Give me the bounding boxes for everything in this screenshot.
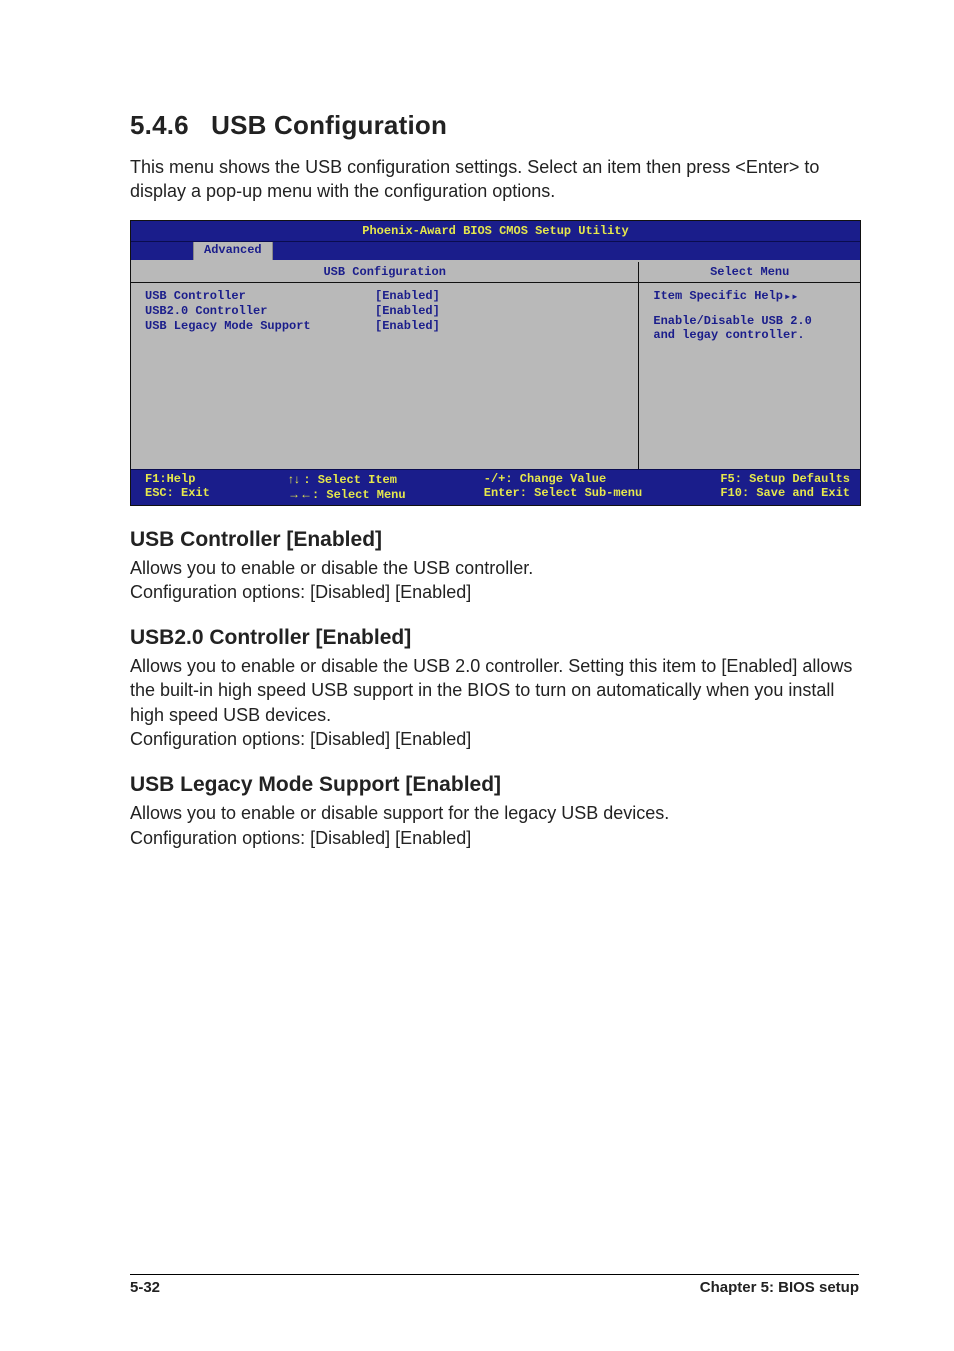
bios-body: USB Configuration USB Controller [Enable…	[131, 262, 860, 469]
bios-help-line: Enable/Disable USB 2.0	[653, 314, 850, 328]
bios-footer-col-4: F5: Setup Defaults F10: Save and Exit	[720, 472, 850, 502]
section-intro: This menu shows the USB configuration se…	[130, 155, 859, 204]
setting-heading-usb-legacy: USB Legacy Mode Support [Enabled]	[130, 773, 859, 797]
bios-titlebar: Phoenix-Award BIOS CMOS Setup Utility	[131, 221, 860, 242]
bios-help-title: Item Specific Help	[653, 289, 783, 303]
select-item-hint: : Select Item	[303, 473, 397, 487]
page-number: 5-32	[130, 1279, 160, 1296]
bios-tab-spacer	[131, 242, 193, 260]
bios-item-usb-controller[interactable]: USB Controller [Enabled]	[145, 289, 628, 304]
setting-heading-usb-controller: USB Controller [Enabled]	[130, 528, 859, 552]
bios-footer: F1:Help ESC: Exit ↑↓ : Select Item →←: S…	[131, 469, 860, 505]
setting-opts-text: Configuration options: [Disabled] [Enabl…	[130, 582, 471, 602]
bios-tab-bar: Advanced	[131, 242, 860, 262]
setting-desc-text: Allows you to enable or disable the USB …	[130, 558, 533, 578]
bios-item-usb-legacy[interactable]: USB Legacy Mode Support [Enabled]	[145, 319, 628, 334]
setting-desc-text: Allows you to enable or disable support …	[130, 803, 669, 823]
page-footer: 5-32 Chapter 5: BIOS setup	[130, 1274, 859, 1296]
updown-arrow-icon: ↑↓	[288, 472, 303, 486]
triangle-right-icon: ▸▸	[784, 289, 798, 304]
select-menu-hint: : Select Menu	[312, 488, 406, 502]
bios-footer-col-1: F1:Help ESC: Exit	[145, 472, 210, 502]
setting-opts-text: Configuration options: [Disabled] [Enabl…	[130, 828, 471, 848]
bios-footer-col-2: ↑↓ : Select Item →←: Select Menu	[288, 472, 406, 502]
f1-help-hint: F1:Help	[145, 472, 195, 486]
setting-heading-usb20-controller: USB2.0 Controller [Enabled]	[130, 626, 859, 650]
bios-help-line: and legay controller.	[653, 328, 850, 342]
f5-defaults-hint: F5: Setup Defaults	[720, 472, 850, 486]
page: 5.4.6 USB Configuration This menu shows …	[0, 0, 954, 1351]
leftright-arrow-icon: →←	[288, 487, 312, 501]
bios-main-panel: USB Configuration USB Controller [Enable…	[131, 262, 638, 469]
bios-item-label: USB2.0 Controller	[145, 304, 375, 319]
setting-desc: Allows you to enable or disable the USB …	[130, 654, 859, 751]
bios-main-header: USB Configuration	[131, 262, 638, 283]
chapter-label: Chapter 5: BIOS setup	[700, 1279, 859, 1296]
f10-save-hint: F10: Save and Exit	[720, 486, 850, 500]
bios-item-label: USB Controller	[145, 289, 375, 304]
bios-item-value: [Enabled]	[375, 304, 440, 319]
bios-footer-col-3: -/+: Change Value Enter: Select Sub-menu	[484, 472, 642, 502]
bios-side-panel: Select Menu Item Specific Help ▸▸ Enable…	[638, 262, 860, 469]
esc-exit-hint: ESC: Exit	[145, 486, 210, 500]
bios-item-value: [Enabled]	[375, 319, 440, 334]
bios-item-label: USB Legacy Mode Support	[145, 319, 375, 334]
setting-desc: Allows you to enable or disable support …	[130, 801, 859, 850]
bios-side-header: Select Menu	[639, 262, 860, 283]
section-number: 5.4.6	[130, 110, 189, 140]
change-value-hint: -/+: Change Value	[484, 472, 606, 486]
spacer	[653, 304, 850, 314]
bios-item-value: [Enabled]	[375, 289, 440, 304]
section-heading: 5.4.6 USB Configuration	[130, 110, 859, 141]
bios-screen: Phoenix-Award BIOS CMOS Setup Utility Ad…	[130, 220, 861, 506]
setting-opts-text: Configuration options: [Disabled] [Enabl…	[130, 729, 471, 749]
bios-main-content: USB Controller [Enabled] USB2.0 Controll…	[131, 283, 638, 469]
setting-desc-text: Allows you to enable or disable the USB …	[130, 656, 852, 725]
enter-submenu-hint: Enter: Select Sub-menu	[484, 486, 642, 500]
setting-desc: Allows you to enable or disable the USB …	[130, 556, 859, 605]
bios-help-content: Item Specific Help ▸▸ Enable/Disable USB…	[639, 283, 860, 469]
bios-item-usb20-controller[interactable]: USB2.0 Controller [Enabled]	[145, 304, 628, 319]
bios-help-title-row: Item Specific Help ▸▸	[653, 289, 850, 304]
bios-tab-advanced[interactable]: Advanced	[193, 242, 273, 260]
section-title-text: USB Configuration	[211, 110, 447, 140]
